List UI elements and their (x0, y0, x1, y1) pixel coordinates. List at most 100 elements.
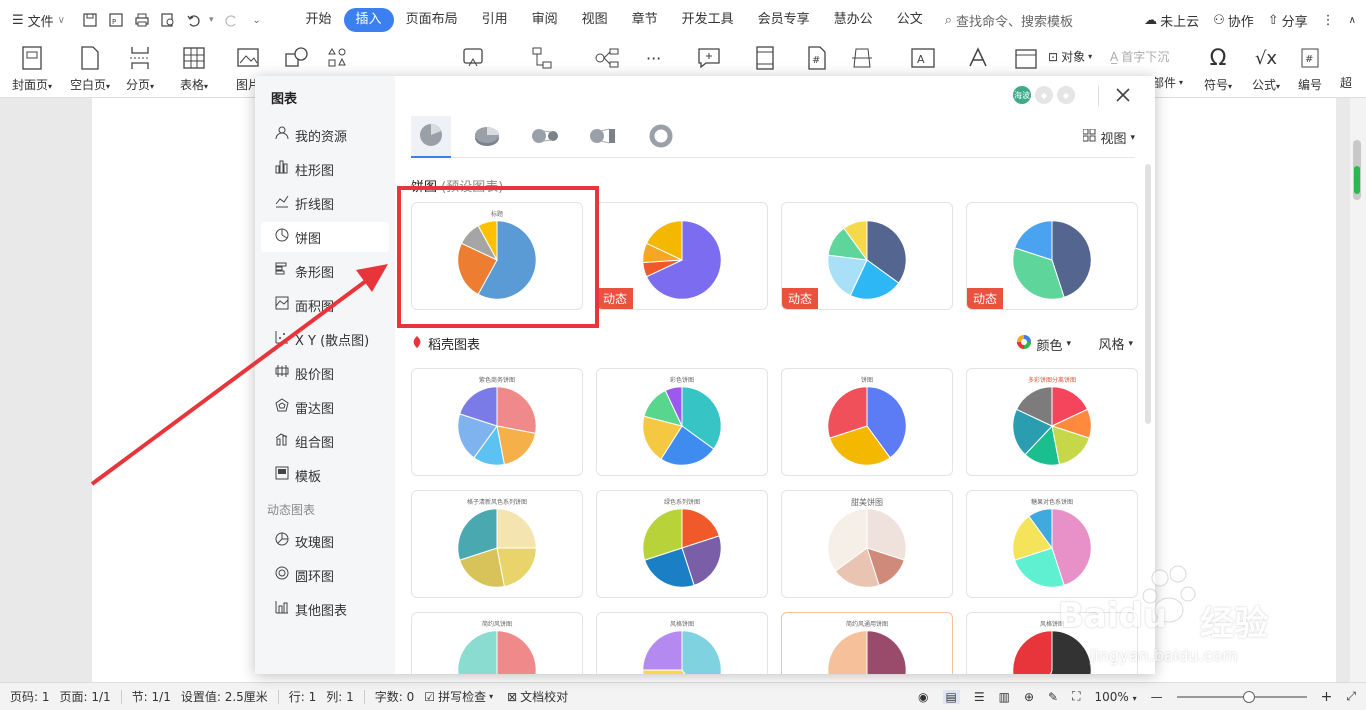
view-toggle-button[interactable]: 视图 ▾ (1082, 128, 1135, 147)
svip-badge-icon[interactable]: ◆ (1057, 86, 1075, 104)
customize-toolbar-icon[interactable]: ⌄ (246, 9, 268, 31)
color-filter-button[interactable]: 颜色 ▾ (1016, 334, 1071, 354)
page-view-icon[interactable]: ▤ (942, 689, 960, 704)
template-chart-card[interactable]: 格子清新风色系列饼图 (411, 490, 583, 598)
shapes-button[interactable] (284, 44, 310, 72)
template-chart-card[interactable]: 简约风通用饼图 (781, 612, 953, 674)
style-filter-button[interactable]: 风格 ▾ (1098, 334, 1133, 353)
sidebar-item-area[interactable]: 面积图 (261, 290, 389, 320)
header-footer-button[interactable] (754, 44, 776, 72)
more-insert-button[interactable]: ··· (646, 44, 661, 72)
sidebar-item-combo[interactable]: 组合图 (261, 426, 389, 456)
formula-button[interactable]: √x 公式▾ (1252, 44, 1280, 93)
gallery-scrollbar[interactable] (1145, 164, 1151, 424)
redo-icon[interactable] (220, 9, 242, 31)
collapse-ribbon-icon[interactable]: ∧ (1349, 15, 1356, 26)
sidebar-item-rose[interactable]: 玫瑰图 (261, 526, 389, 556)
blank-page-button[interactable]: 空白页▾ (70, 44, 110, 93)
print-icon[interactable] (131, 9, 153, 31)
template-chart-card[interactable]: 紫色商务饼图 (411, 368, 583, 476)
textbox-button[interactable]: A (910, 44, 936, 72)
numbering-button[interactable]: # 编号 (1298, 44, 1322, 93)
tab-pie-of-pie[interactable] (525, 116, 565, 158)
date-button[interactable] (1014, 44, 1038, 72)
spell-check-button[interactable]: ☑ 拼写检查 ▾ (424, 688, 493, 705)
drop-cap-button[interactable]: A̲ 首字下沉 (1110, 48, 1169, 65)
outline-view-icon[interactable]: ☰ (974, 690, 985, 704)
icons-button[interactable] (326, 44, 348, 72)
status-page-code[interactable]: 页码: 1 (10, 688, 50, 705)
tab-references[interactable]: 引用 (470, 8, 520, 32)
sidebar-item-pie[interactable]: 饼图 (261, 222, 389, 252)
tab-view[interactable]: 视图 (570, 8, 620, 32)
avatar[interactable]: 海波 (1013, 86, 1031, 104)
symbol-button[interactable]: Ω 符号▾ (1204, 44, 1232, 93)
close-button[interactable] (1113, 86, 1133, 106)
undo-icon[interactable] (183, 9, 205, 31)
page-number-button[interactable]: # (806, 44, 828, 72)
vip-badge-icon[interactable]: ◆ (1035, 86, 1053, 104)
cloud-status-button[interactable]: ☁ 未上云 (1144, 11, 1199, 30)
print-preview-icon[interactable] (157, 9, 179, 31)
tab-3d-pie[interactable] (467, 116, 507, 158)
status-setting-value[interactable]: 设置值: 2.5厘米 (181, 688, 268, 705)
save-icon[interactable] (79, 9, 101, 31)
template-chart-card[interactable]: 甜美饼图 (781, 490, 953, 598)
table-button[interactable]: 表格▾ (180, 44, 208, 93)
sidebar-item-stock[interactable]: 股价图 (261, 358, 389, 388)
smart-graphic-button[interactable] (460, 44, 486, 72)
template-chart-card[interactable]: 多彩饼图分离饼图 (966, 368, 1138, 476)
mindmap-button[interactable] (594, 44, 620, 72)
tab-developer[interactable]: 开发工具 (670, 8, 746, 32)
tab-official-doc[interactable]: 公文 (885, 8, 935, 32)
tab-home[interactable]: 开始 (294, 8, 344, 32)
share-button[interactable]: ⇧ 分享 (1268, 11, 1308, 30)
file-menu-button[interactable]: ☰ 文件 ∨ (12, 11, 65, 30)
export-pdf-icon[interactable]: P (105, 9, 127, 31)
status-section[interactable]: 节: 1/1 (132, 688, 171, 705)
tab-smart-office[interactable]: 慧办公 (822, 8, 885, 32)
web-view-icon[interactable]: ⊕ (1024, 690, 1034, 704)
eye-protection-icon[interactable]: ◉ (918, 690, 928, 704)
preset-chart-card[interactable]: 动态 (966, 202, 1138, 310)
tab-member[interactable]: 会员专享 (746, 8, 822, 32)
status-page[interactable]: 页面: 1/1 (60, 688, 111, 705)
command-search[interactable]: ⌕ 查找命令、搜索模板 (945, 11, 1110, 30)
zoom-slider[interactable] (1176, 690, 1307, 703)
tab-bar-of-pie[interactable] (583, 116, 623, 158)
template-chart-card[interactable]: 彩色饼图 (596, 368, 768, 476)
collaborate-button[interactable]: ⚇ 协作 (1213, 11, 1254, 30)
preset-chart-card[interactable]: 动态 (596, 202, 768, 310)
sidebar-item-ring[interactable]: 圆环图 (261, 560, 389, 590)
zoom-in-icon[interactable]: + (1321, 689, 1333, 705)
tab-pie[interactable] (411, 116, 451, 158)
watermark-button[interactable] (850, 44, 874, 72)
template-chart-card[interactable]: 饼图 (781, 368, 953, 476)
sidebar-item-scatter[interactable]: X Y (散点图) (261, 324, 389, 354)
fit-page-icon[interactable]: ⛶ (1072, 689, 1080, 704)
sidebar-item-line[interactable]: 折线图 (261, 188, 389, 218)
comment-button[interactable] (696, 44, 722, 72)
more-options-icon[interactable]: ⋮ (1322, 13, 1335, 28)
preset-chart-card[interactable]: 动态 (781, 202, 953, 310)
tab-doughnut[interactable] (641, 116, 681, 158)
tab-review[interactable]: 审阅 (520, 8, 570, 32)
zoom-slider-knob[interactable] (1242, 690, 1255, 703)
sidebar-item-template[interactable]: 模板 (261, 460, 389, 490)
template-chart-card[interactable]: 风格饼图 (596, 612, 768, 674)
sidebar-item-column[interactable]: 柱形图 (261, 154, 389, 184)
parts-button[interactable]: 部件 ▾ (1152, 74, 1183, 91)
status-word-count[interactable]: 字数: 0 (375, 688, 415, 705)
template-chart-card[interactable]: 简约风饼图 (411, 612, 583, 674)
tab-section[interactable]: 章节 (620, 8, 670, 32)
hyperlink-button[interactable]: 超 (1340, 74, 1352, 91)
fullscreen-icon[interactable]: ⤢ (1346, 689, 1356, 704)
sidebar-item-my-resources[interactable]: 我的资源 (261, 120, 389, 150)
zoom-out-icon[interactable]: — (1151, 690, 1163, 704)
flowchart-button[interactable] (530, 44, 554, 72)
zoom-level[interactable]: 100% ▾ (1095, 690, 1137, 704)
art-text-button[interactable] (966, 44, 990, 72)
undo-dropdown-icon[interactable]: ▾ (209, 15, 214, 25)
reading-view-icon[interactable]: ▥ (999, 690, 1010, 704)
vertical-scrollbar[interactable] (1350, 98, 1366, 682)
